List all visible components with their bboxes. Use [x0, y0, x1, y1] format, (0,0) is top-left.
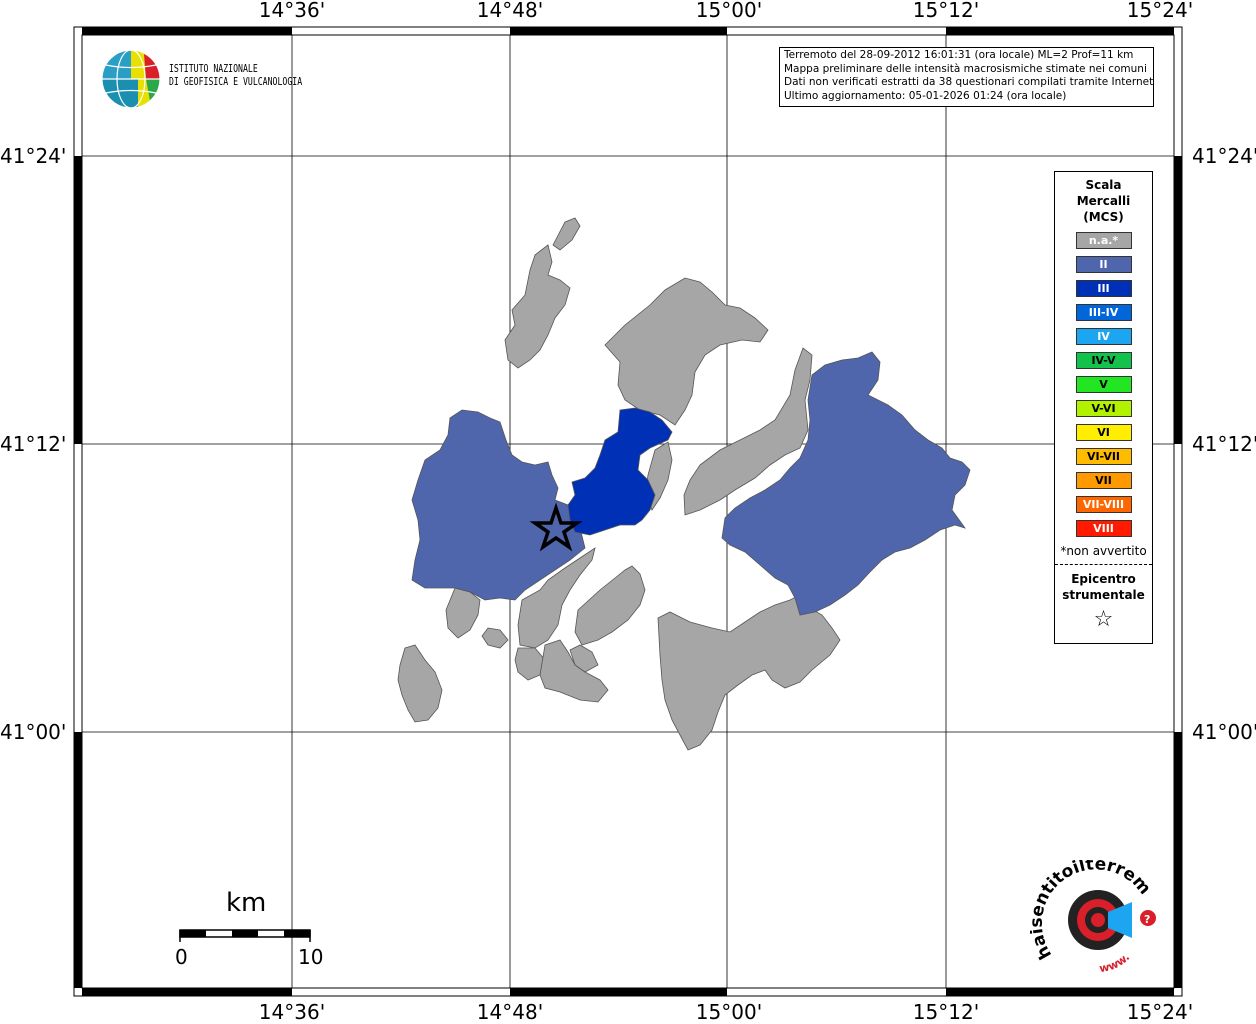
scale-bar-min-label: 0 — [175, 945, 188, 969]
ingv-name-line-2: DI GEOFISICA E VULCANOLOGIA — [169, 76, 303, 88]
ingv-name-line-1: ISTITUTO NAZIONALE — [169, 63, 258, 75]
legend-note: *non avvertito — [1060, 544, 1147, 558]
lon-label-bottom-3: 15°00' — [695, 1000, 763, 1024]
legend-title-line-3: (MCS) — [1083, 210, 1124, 224]
legend-divider — [1055, 564, 1152, 565]
haisentito-logo: ? haisentitoilterremoto.it www. — [1030, 860, 1156, 976]
lat-label-right-2: 41°12' — [1192, 432, 1256, 456]
legend-title-line-1: Scala — [1085, 178, 1122, 192]
star-icon: ☆ — [1093, 607, 1114, 632]
lon-label-top-3: 15°00' — [695, 0, 763, 22]
lat-label-left-1: 41°24' — [0, 144, 67, 168]
legend-title-line-2: Mercalli — [1076, 194, 1131, 208]
legend-swatch-3: III — [1075, 280, 1132, 297]
lon-label-top-1: 14°36' — [258, 0, 326, 22]
lon-label-bottom-4: 15°12' — [912, 1000, 980, 1024]
lon-label-top-5: 15°24' — [1126, 0, 1194, 22]
legend-swatch-10: VI-VII — [1075, 448, 1132, 465]
earthquake-info-box: Terremoto del 28-09-2012 16:01:31 (ora l… — [779, 47, 1154, 107]
lon-label-bottom-2: 14°48' — [476, 1000, 544, 1024]
info-line-event: Terremoto del 28-09-2012 16:01:31 (ora l… — [784, 49, 1134, 61]
legend-title: Scala Mercalli (MCS) — [1055, 177, 1152, 225]
legend-swatch-2: II — [1075, 256, 1132, 273]
lon-label-top-4: 15°12' — [912, 0, 980, 22]
legend-swatch-1: n.a.* — [1075, 232, 1132, 249]
legend-swatch-6: IV-V — [1075, 352, 1132, 369]
scale-bar-max-label: 10 — [298, 945, 324, 969]
svg-text:?: ? — [1144, 913, 1150, 926]
info-line-last-update: Ultimo aggiornamento: 05-01-2026 01:24 (… — [784, 89, 1067, 102]
ingv-globe-logo — [101, 49, 161, 109]
legend-swatches: n.a.* II III III-IV IV IV-V V V-VI VI VI-VII VII VI… — [1055, 232, 1152, 537]
legend-epicenter-label: Epicentro strumentale — [1055, 571, 1152, 603]
lat-label-right-3: 41°00' — [1192, 720, 1256, 744]
legend-swatch-5: IV — [1075, 328, 1132, 345]
legend-epicenter-line-2: strumentale — [1062, 588, 1145, 602]
watermark-url-text: www. — [1098, 951, 1132, 976]
legend-swatch-7: V — [1075, 376, 1132, 393]
mcs-scale-legend: Scala Mercalli (MCS) n.a.* II III III-IV IV I… — [1054, 171, 1153, 644]
legend-swatch-8: V-VI — [1075, 400, 1132, 417]
ingv-institute-name: ISTITUTO NAZIONALE DI GEOFISICA E VULCAN… — [169, 63, 302, 89]
lat-label-right-1: 41°24' — [1192, 144, 1256, 168]
legend-swatch-12: VII-VIII — [1075, 496, 1132, 513]
lat-label-left-2: 41°12' — [0, 432, 67, 456]
info-line-map-description: Mappa preliminare delle intensità macros… — [784, 62, 1147, 75]
lon-label-top-2: 14°48' — [476, 0, 544, 22]
lon-label-bottom-5: 15°24' — [1126, 1000, 1194, 1024]
lon-label-bottom-1: 14°36' — [258, 1000, 326, 1024]
legend-swatch-13: VIII — [1075, 520, 1132, 537]
info-line-data-source: Dati non verificati estratti da 38 quest… — [784, 76, 1154, 88]
legend-epicenter-line-1: Epicentro — [1071, 572, 1136, 586]
lat-label-left-3: 41°00' — [0, 720, 67, 744]
legend-swatch-4: III-IV — [1075, 304, 1132, 321]
legend-swatch-9: VI — [1075, 424, 1132, 441]
legend-swatch-11: VII — [1075, 472, 1132, 489]
